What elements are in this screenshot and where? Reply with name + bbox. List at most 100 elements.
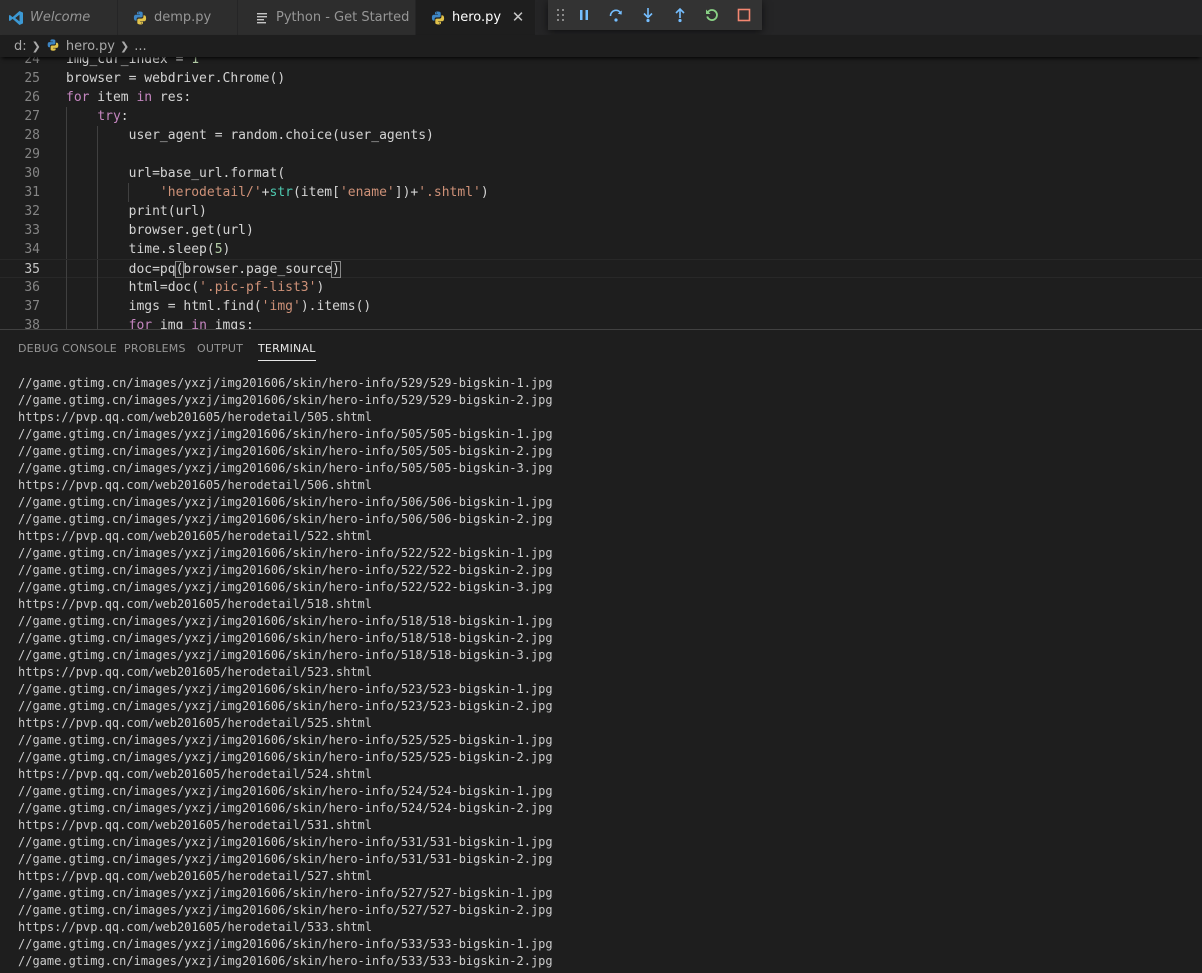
code-text: time.sleep(5) xyxy=(66,242,231,257)
tab-hero-py[interactable]: hero.py ✕ xyxy=(416,0,536,35)
code-line: 32 print(url) xyxy=(0,202,1202,221)
terminal-line: //game.gtimg.cn/images/yxzj/img201606/sk… xyxy=(18,886,553,900)
code-line: 29 xyxy=(0,145,1202,164)
stop-button[interactable] xyxy=(728,0,760,30)
line-number: 30 xyxy=(24,166,40,181)
terminal-line: //game.gtimg.cn/images/yxzj/img201606/sk… xyxy=(18,393,553,407)
terminal-line: //game.gtimg.cn/images/yxzj/img201606/sk… xyxy=(18,801,553,815)
code-line: 38 for img in imgs: xyxy=(0,316,1202,329)
tab-demp-py[interactable]: demp.py xyxy=(118,0,238,35)
tab-problems[interactable]: PROBLEMS xyxy=(124,342,186,355)
restart-icon xyxy=(706,9,718,21)
current-code-line: 35 doc=pq(browser.page_source) xyxy=(0,259,1202,279)
code-line: 31 'herodetail/'+str(item['ename'])+'.sh… xyxy=(0,183,1202,202)
terminal-line: //game.gtimg.cn/images/yxzj/img201606/sk… xyxy=(18,835,553,849)
step-out-icon xyxy=(675,7,685,23)
code-text: 'herodetail/'+str(item['ename'])+'.shtml… xyxy=(159,185,489,200)
terminal-line: //game.gtimg.cn/images/yxzj/img201606/sk… xyxy=(18,546,553,560)
code-line: 37 imgs = html.find('img').items() xyxy=(0,297,1202,316)
terminal-line: https://pvp.qq.com/web201605/herodetail/… xyxy=(18,529,373,543)
terminal-line: https://pvp.qq.com/web201605/herodetail/… xyxy=(18,597,373,611)
code-line: 26 for item in res: xyxy=(0,88,1202,107)
close-icon[interactable]: ✕ xyxy=(510,9,526,25)
line-number: 37 xyxy=(24,299,40,314)
tab-welcome[interactable]: Welcome xyxy=(0,0,118,35)
terminal-line: //game.gtimg.cn/images/yxzj/img201606/sk… xyxy=(18,903,553,917)
python-file-icon xyxy=(132,10,148,26)
drag-handle-icon[interactable] xyxy=(554,0,568,30)
code-line: 30 url=base_url.format( xyxy=(0,164,1202,183)
code-text: for img in imgs: xyxy=(128,318,254,329)
terminal-line: https://pvp.qq.com/web201605/herodetail/… xyxy=(18,716,373,730)
breadcrumb-symbol[interactable]: ... xyxy=(134,39,146,54)
debug-toolbar xyxy=(548,0,762,30)
terminal-output[interactable]: //game.gtimg.cn/images/yxzj/img201606/sk… xyxy=(18,375,1188,970)
line-number: 35 xyxy=(24,262,40,277)
tab-label: Welcome xyxy=(30,10,91,25)
pause-icon xyxy=(580,10,588,20)
line-number: 29 xyxy=(24,147,40,162)
terminal-line: //game.gtimg.cn/images/yxzj/img201606/sk… xyxy=(18,427,553,441)
tab-label: demp.py xyxy=(154,10,212,25)
terminal-line: //game.gtimg.cn/images/yxzj/img201606/sk… xyxy=(18,682,553,696)
step-over-button[interactable] xyxy=(600,0,632,30)
terminal-line: //game.gtimg.cn/images/yxzj/img201606/sk… xyxy=(18,784,553,798)
code-line: 36 html=doc('.pic-pf-list3') xyxy=(0,278,1202,297)
code-line: 28 user_agent = random.choice(user_agent… xyxy=(0,126,1202,145)
terminal-line: //game.gtimg.cn/images/yxzj/img201606/sk… xyxy=(18,461,553,475)
stop-icon xyxy=(737,8,751,22)
tab-label: hero.py xyxy=(452,10,502,25)
terminal-line: //game.gtimg.cn/images/yxzj/img201606/sk… xyxy=(18,580,553,594)
line-number: 32 xyxy=(24,204,40,219)
terminal-line: //game.gtimg.cn/images/yxzj/img201606/sk… xyxy=(18,563,553,577)
panel-tabs: DEBUG CONSOLE PROBLEMS OUTPUT TERMINAL xyxy=(0,330,1202,365)
line-number: 27 xyxy=(24,109,40,124)
line-number: 38 xyxy=(24,318,40,329)
step-into-icon xyxy=(643,8,653,23)
tab-output[interactable]: OUTPUT xyxy=(197,342,243,355)
chevron-right-icon: ❯ xyxy=(119,39,130,53)
line-number: 26 xyxy=(24,90,40,105)
tab-label: Python - Get Started xyxy=(276,10,410,25)
terminal-line: https://pvp.qq.com/web201605/herodetail/… xyxy=(18,478,373,492)
breadcrumb-drive[interactable]: d: xyxy=(14,39,27,54)
tab-python-get-started[interactable]: Python - Get Started xyxy=(238,0,416,35)
line-number: 33 xyxy=(24,223,40,238)
python-file-icon xyxy=(46,38,62,54)
terminal-line: //game.gtimg.cn/images/yxzj/img201606/sk… xyxy=(18,614,553,628)
terminal-line: //game.gtimg.cn/images/yxzj/img201606/sk… xyxy=(18,852,553,866)
tab-terminal[interactable]: TERMINAL xyxy=(258,342,316,361)
code-line: 34 time.sleep(5) xyxy=(0,240,1202,259)
breadcrumb-file[interactable]: hero.py xyxy=(66,39,115,54)
code-editor[interactable]: 24 img_cur_index = 1 25 browser = webdrive… xyxy=(0,50,1202,329)
terminal-line: //game.gtimg.cn/images/yxzj/img201606/sk… xyxy=(18,631,553,645)
code-text: try: xyxy=(97,109,129,124)
terminal-line: //game.gtimg.cn/images/yxzj/img201606/sk… xyxy=(18,750,553,764)
line-number: 31 xyxy=(24,185,40,200)
breadcrumb: d: ❯ hero.py ❯ ... xyxy=(0,35,1202,57)
code-text: imgs = html.find('img').items() xyxy=(66,299,372,314)
terminal-line: //game.gtimg.cn/images/yxzj/img201606/sk… xyxy=(18,376,553,390)
terminal-line: //game.gtimg.cn/images/yxzj/img201606/sk… xyxy=(18,444,553,458)
code-text: html=doc('.pic-pf-list3') xyxy=(66,280,325,295)
terminal-line: https://pvp.qq.com/web201605/herodetail/… xyxy=(18,920,373,934)
terminal-line: //game.gtimg.cn/images/yxzj/img201606/sk… xyxy=(18,699,553,713)
terminal-line: https://pvp.qq.com/web201605/herodetail/… xyxy=(18,767,373,781)
chevron-right-icon: ❯ xyxy=(31,39,41,53)
terminal-line: //game.gtimg.cn/images/yxzj/img201606/sk… xyxy=(18,954,553,968)
code-text: print(url) xyxy=(66,204,207,219)
terminal-line: https://pvp.qq.com/web201605/herodetail/… xyxy=(18,665,373,679)
tab-debug-console[interactable]: DEBUG CONSOLE xyxy=(18,342,117,355)
line-number: 28 xyxy=(24,128,40,143)
pause-button[interactable] xyxy=(568,0,600,30)
code-text: doc=pq(browser.page_source) xyxy=(66,261,341,278)
terminal-line: //game.gtimg.cn/images/yxzj/img201606/sk… xyxy=(18,495,553,509)
terminal-line: //game.gtimg.cn/images/yxzj/img201606/sk… xyxy=(18,733,553,747)
step-out-button[interactable] xyxy=(664,0,696,30)
vscode-logo-icon xyxy=(8,10,24,26)
code-line: 33 browser.get(url) xyxy=(0,221,1202,240)
restart-button[interactable] xyxy=(696,0,728,30)
line-number: 25 xyxy=(24,71,40,86)
step-into-button[interactable] xyxy=(632,0,664,30)
terminal-line: https://pvp.qq.com/web201605/herodetail/… xyxy=(18,410,373,424)
